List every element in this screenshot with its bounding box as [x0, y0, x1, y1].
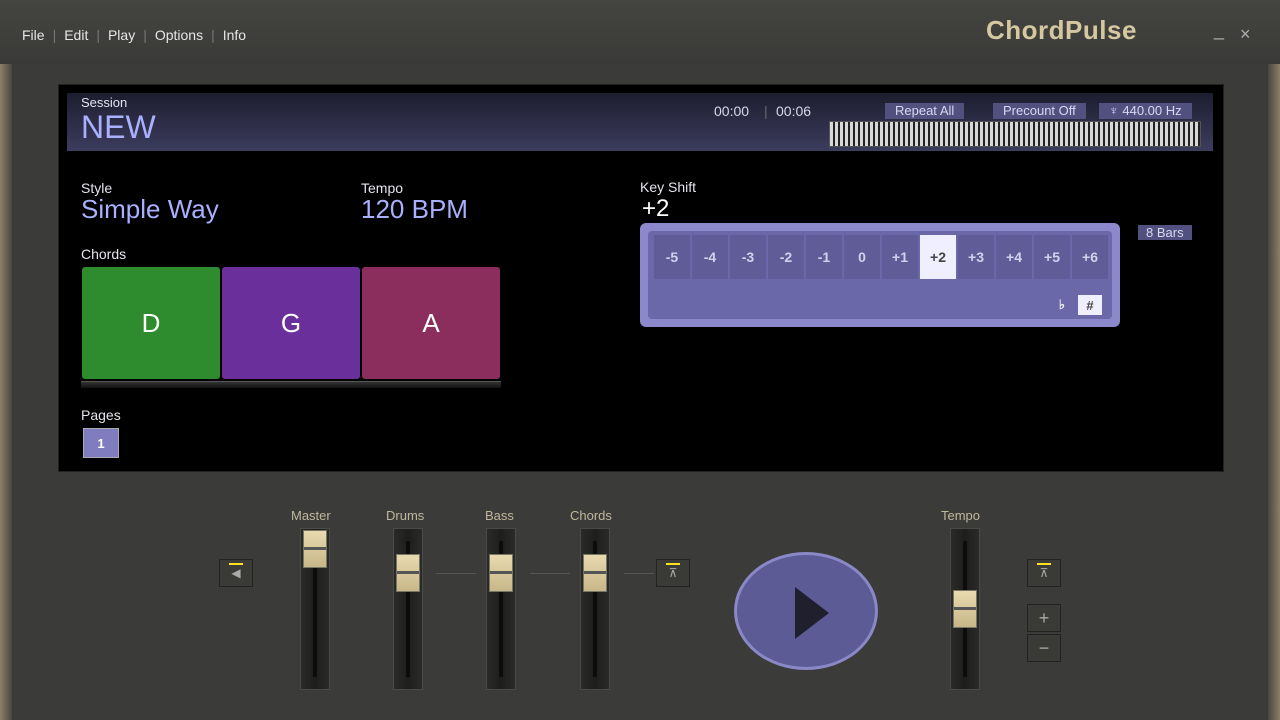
keyshift-label: Key Shift — [640, 179, 697, 195]
keyshift-option[interactable]: -5 — [654, 235, 690, 279]
session-header: Session NEW 00:00 | 00:06 Repeat All Pre… — [67, 93, 1213, 151]
bars-button[interactable]: 8 Bars — [1138, 225, 1192, 240]
chords-mix-label: Chords — [570, 508, 612, 523]
tempo-plus-button[interactable]: + — [1027, 604, 1061, 632]
frame-edge-left — [0, 60, 12, 720]
chord-timeline[interactable] — [81, 381, 501, 388]
tempo-reset-button[interactable]: ⊼ — [1027, 559, 1061, 587]
menu-info[interactable]: Info — [223, 27, 246, 43]
chord-block-1[interactable]: D — [82, 267, 220, 379]
session-panel: Session NEW 00:00 | 00:06 Repeat All Pre… — [58, 84, 1224, 472]
chord-block-2[interactable]: G — [222, 267, 360, 379]
chord-block-3[interactable]: A — [362, 267, 500, 379]
fader-link — [530, 573, 570, 574]
bass-fader-thumb[interactable] — [489, 554, 513, 592]
keyshift-option[interactable]: -4 — [692, 235, 728, 279]
tempo-mix-label: Tempo — [941, 508, 981, 523]
menu-separator: | — [143, 27, 147, 43]
drums-label: Drums — [386, 508, 425, 523]
keyshift-value: +2 — [642, 195, 670, 222]
menu-separator: | — [211, 27, 215, 43]
reset-icon: ⊼ — [668, 566, 678, 580]
style-value[interactable]: Simple Way — [81, 194, 219, 225]
flat-toggle[interactable]: ♭ — [1050, 295, 1074, 315]
led-indicator — [1037, 563, 1051, 565]
session-name[interactable]: NEW — [81, 109, 156, 146]
menu-bar: File | Edit | Play | Options | Info — [22, 27, 246, 43]
tuning-button[interactable]: ♆ 440.00 Hz — [1099, 103, 1192, 119]
app-logo: ChordPulse — [986, 15, 1137, 45]
keyshift-option[interactable]: -3 — [730, 235, 766, 279]
keyshift-option[interactable]: +1 — [882, 235, 918, 279]
sharp-toggle[interactable]: # — [1078, 295, 1102, 315]
time-total: 00:06 — [776, 103, 812, 119]
menu-options[interactable]: Options — [155, 27, 203, 43]
keyshift-option[interactable]: +5 — [1034, 235, 1070, 279]
tempo-minus-button[interactable]: − — [1027, 634, 1061, 662]
menu-edit[interactable]: Edit — [64, 27, 88, 43]
led-indicator — [229, 563, 243, 565]
master-fader-thumb[interactable] — [303, 530, 327, 568]
reset-fader-button[interactable]: ⊼ — [656, 559, 690, 587]
drums-fader-track[interactable] — [393, 528, 423, 690]
drums-fader-thumb[interactable] — [396, 554, 420, 592]
master-label: Master — [291, 508, 331, 523]
precount-button[interactable]: Precount Off — [993, 103, 1086, 119]
keyshift-option[interactable]: +6 — [1072, 235, 1108, 279]
reset-icon: ⊼ — [1039, 566, 1049, 580]
play-button[interactable] — [734, 552, 878, 670]
keyshift-panel: -5 -4 -3 -2 -1 0 +1 +2 +3 +4 +5 +6 ♭ # — [640, 223, 1120, 327]
keyshift-option-selected[interactable]: +2 — [920, 235, 956, 279]
bass-label: Bass — [485, 508, 514, 523]
keyshift-option[interactable]: -1 — [806, 235, 842, 279]
piano-keyboard[interactable] — [829, 121, 1201, 147]
mute-button[interactable]: ◀ — [219, 559, 253, 587]
keyshift-option[interactable]: +4 — [996, 235, 1032, 279]
session-label: Session — [81, 95, 128, 110]
chords-label: Chords — [81, 246, 127, 262]
led-indicator — [666, 563, 680, 565]
repeat-button[interactable]: Repeat All — [885, 103, 965, 119]
page-button-1[interactable]: 1 — [83, 428, 119, 458]
fader-link — [624, 573, 654, 574]
chords-fader-thumb[interactable] — [583, 554, 607, 592]
app-frame: File | Edit | Play | Options | Info Chor… — [0, 0, 1280, 720]
close-button[interactable]: × — [1240, 24, 1251, 45]
menu-play[interactable]: Play — [108, 27, 135, 43]
menu-file[interactable]: File — [22, 27, 45, 43]
chords-fader-track[interactable] — [580, 528, 610, 690]
bass-fader-track[interactable] — [486, 528, 516, 690]
tempo-value[interactable]: 120 BPM — [361, 194, 468, 225]
time-separator: | — [764, 103, 768, 119]
play-icon — [795, 587, 829, 639]
frame-edge-right — [1268, 60, 1280, 720]
keyshift-option[interactable]: +3 — [958, 235, 994, 279]
keyshift-inner: -5 -4 -3 -2 -1 0 +1 +2 +3 +4 +5 +6 ♭ # — [648, 231, 1112, 319]
pages-label: Pages — [81, 407, 121, 423]
keyshift-option[interactable]: 0 — [844, 235, 880, 279]
tempo-fader-thumb[interactable] — [953, 590, 977, 628]
speaker-icon: ◀ — [231, 566, 241, 580]
menu-separator: | — [52, 27, 57, 43]
minimize-button[interactable]: _ — [1214, 20, 1224, 41]
keyshift-option[interactable]: -2 — [768, 235, 804, 279]
time-elapsed: 00:00 — [714, 103, 750, 119]
fader-link — [436, 573, 476, 574]
title-bar: File | Edit | Play | Options | Info Chor… — [0, 0, 1280, 64]
menu-separator: | — [96, 27, 100, 43]
